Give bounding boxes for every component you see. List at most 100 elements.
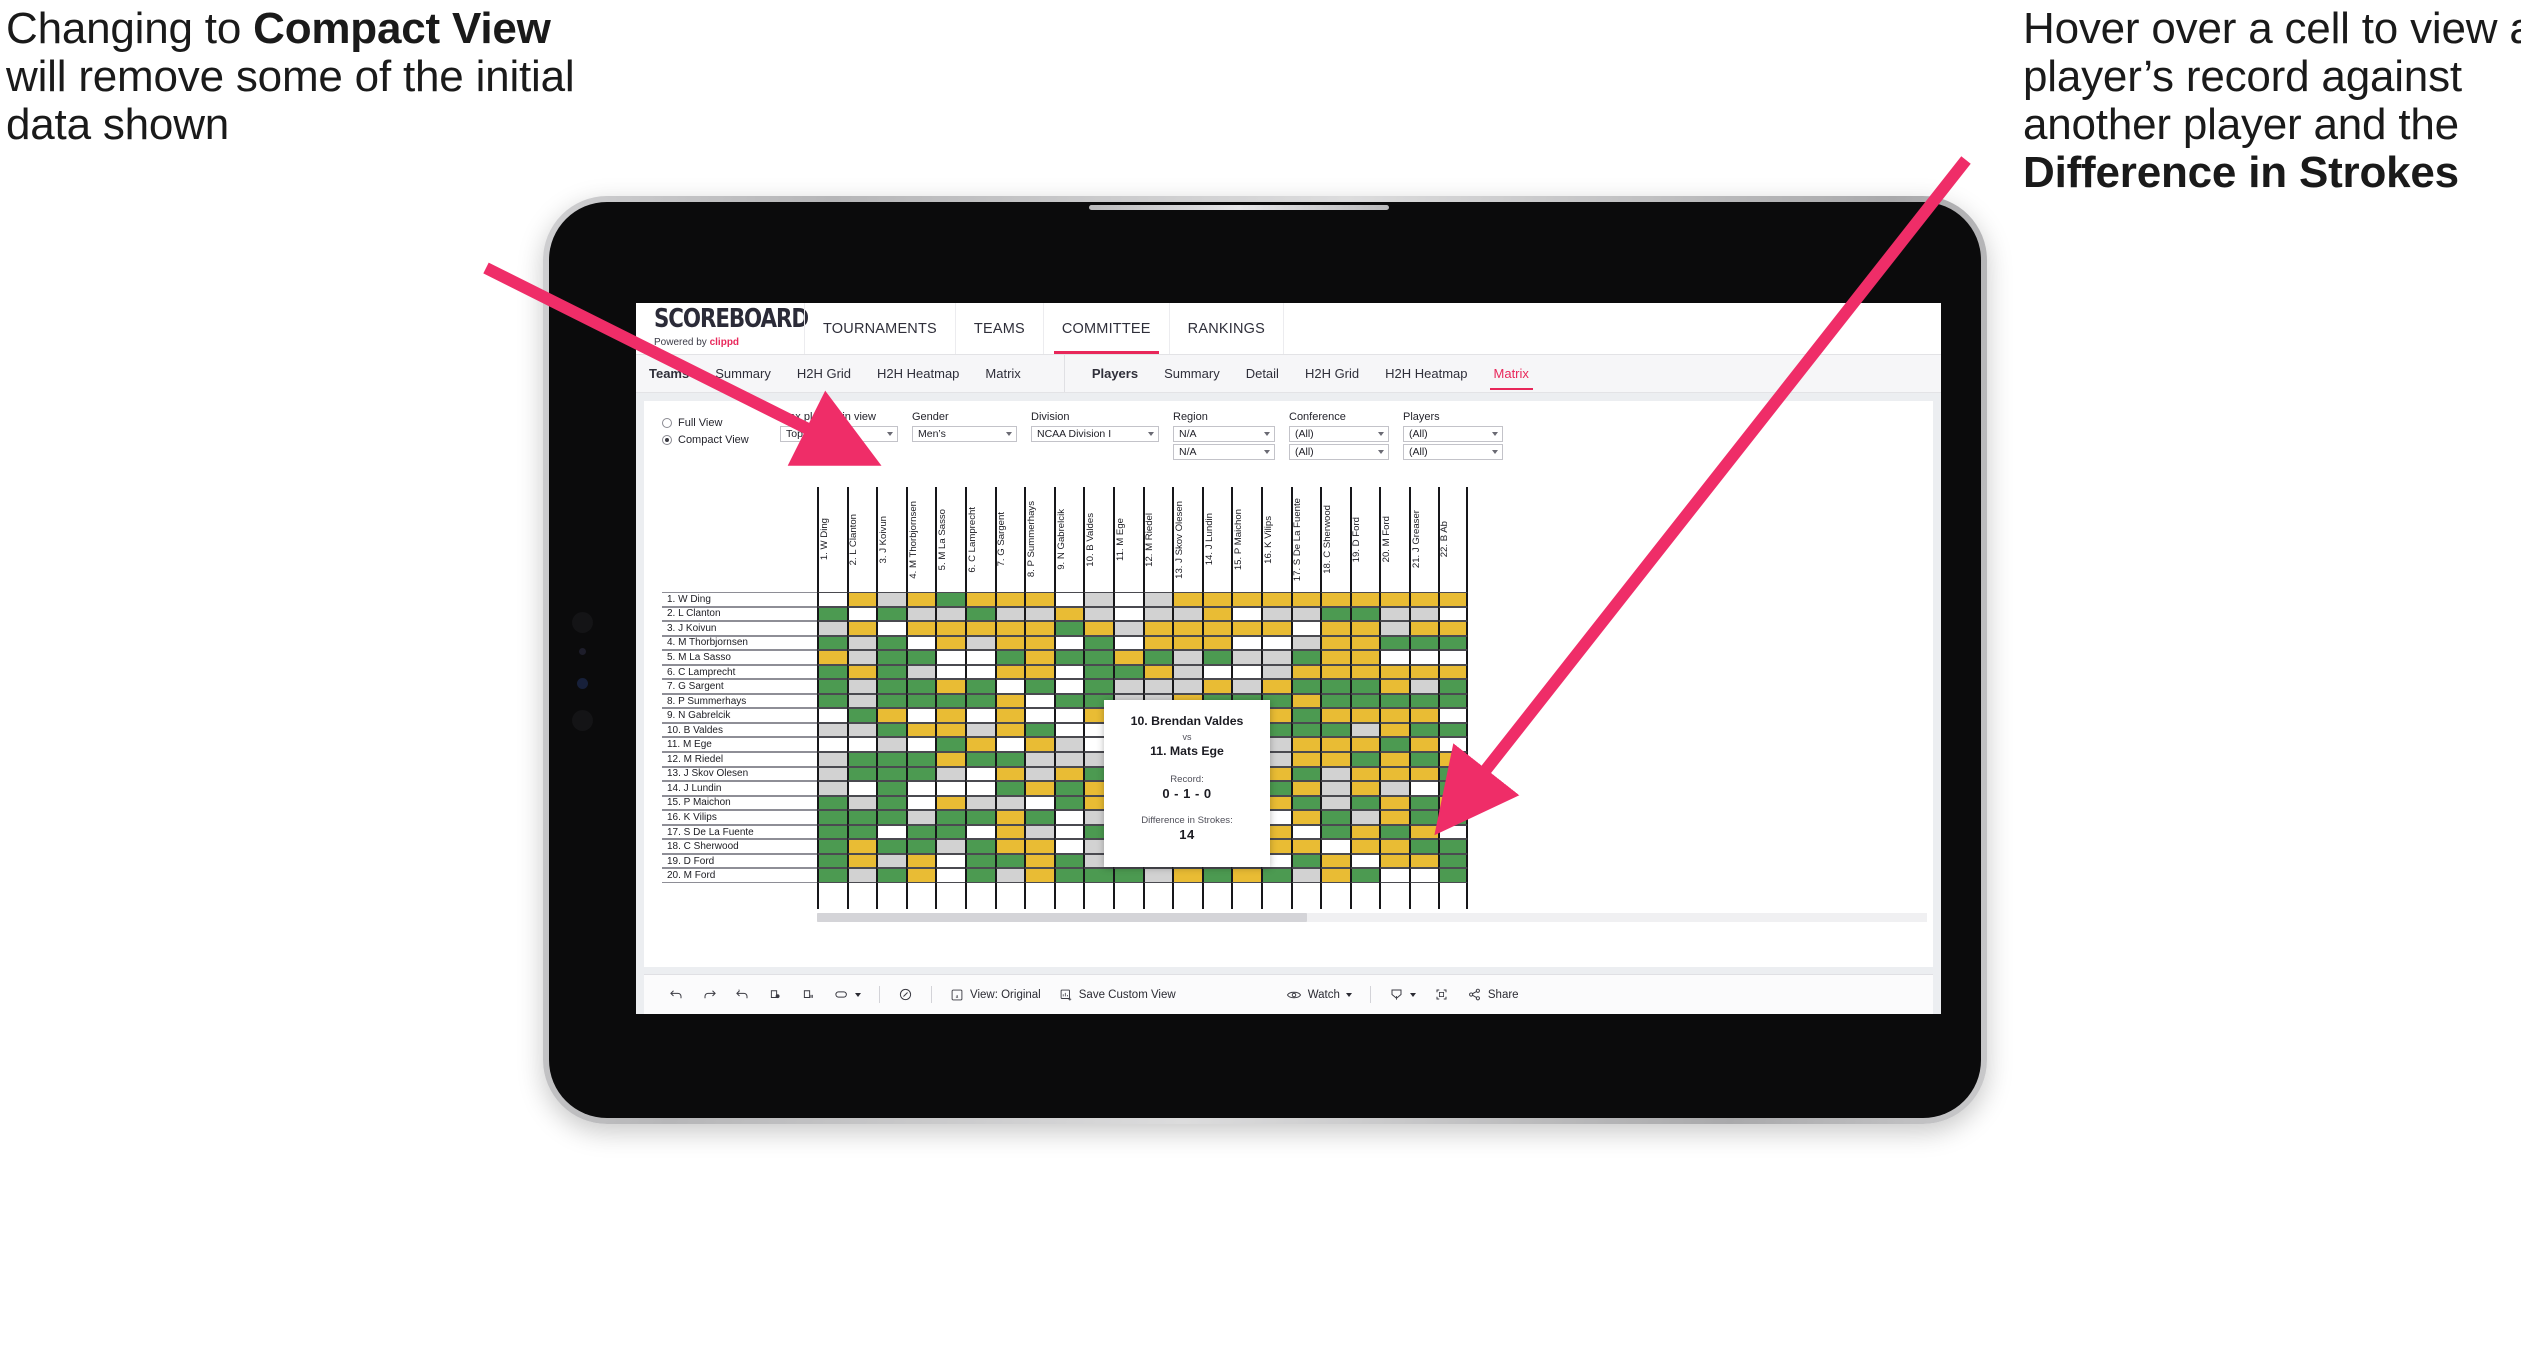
matrix-col-header[interactable]: 18. C Sherwood <box>1320 487 1350 592</box>
matrix-cell[interactable] <box>1408 708 1439 723</box>
matrix-cell[interactable] <box>1172 868 1202 883</box>
matrix-cell[interactable] <box>1379 781 1409 796</box>
matrix-cell[interactable] <box>1349 664 1380 680</box>
matrix-cell[interactable] <box>1053 635 1084 651</box>
matrix-cell[interactable] <box>817 650 847 665</box>
matrix-cell[interactable] <box>964 824 995 840</box>
matrix-cell[interactable] <box>1260 635 1291 651</box>
share-button[interactable]: Share <box>1458 975 1528 1014</box>
matrix-cell[interactable] <box>1142 635 1173 651</box>
matrix-cell[interactable] <box>905 766 936 782</box>
matrix-row-label[interactable]: 19. D Ford <box>662 853 817 869</box>
matrix-cell[interactable] <box>876 722 906 738</box>
matrix-cell[interactable] <box>935 766 965 782</box>
matrix-cell[interactable] <box>1438 853 1469 869</box>
matrix-cell[interactable] <box>1083 606 1113 622</box>
matrix-cell[interactable] <box>1438 810 1469 825</box>
matrix-cell[interactable] <box>876 606 906 622</box>
matrix-cell[interactable] <box>1112 650 1143 665</box>
matrix-cell[interactable] <box>876 635 906 651</box>
matrix-row-label[interactable]: 11. M Ege <box>662 737 817 753</box>
matrix-cell[interactable] <box>876 795 906 811</box>
matrix-col-header[interactable]: 20. M Ford <box>1379 487 1409 592</box>
matrix-cell[interactable] <box>1142 679 1173 694</box>
matrix-cell[interactable] <box>1320 664 1350 680</box>
matrix-cell[interactable] <box>876 693 906 709</box>
matrix-col-header[interactable]: 5. M La Sasso <box>935 487 965 592</box>
matrix-cell[interactable] <box>1320 824 1350 840</box>
filter-region-select-2[interactable]: N/A <box>1173 444 1275 460</box>
filter-conference-select-1[interactable]: (All) <box>1289 426 1389 442</box>
matrix-cell[interactable] <box>1379 664 1409 680</box>
matrix-col-header[interactable]: 9. N Gabrelcik <box>1053 487 1084 592</box>
matrix-cell[interactable] <box>994 679 1025 694</box>
matrix-cell[interactable] <box>1349 766 1380 782</box>
matrix-cell[interactable] <box>817 737 847 753</box>
matrix-cell[interactable] <box>1349 810 1380 825</box>
matrix-cell[interactable] <box>1408 810 1439 825</box>
matrix-cell[interactable] <box>1231 868 1261 883</box>
matrix-cell[interactable] <box>1083 868 1113 883</box>
matrix-cell[interactable] <box>935 592 965 607</box>
matrix-cell[interactable] <box>1053 795 1084 811</box>
matrix-cell[interactable] <box>1083 679 1113 694</box>
matrix-cell[interactable] <box>964 606 995 622</box>
matrix-cell[interactable] <box>935 853 965 869</box>
matrix-col-header[interactable]: 4. M Thorbjornsen <box>905 487 936 592</box>
matrix-cell[interactable] <box>964 868 995 883</box>
matrix-col-header[interactable]: 22. B Ab <box>1438 487 1469 592</box>
matrix-cell[interactable] <box>994 737 1025 753</box>
matrix-cell[interactable] <box>935 621 965 636</box>
matrix-cell[interactable] <box>1408 592 1439 607</box>
matrix-cell[interactable] <box>1112 664 1143 680</box>
matrix-cell[interactable] <box>905 664 936 680</box>
matrix-cell[interactable] <box>876 868 906 883</box>
matrix-cell[interactable] <box>846 635 877 651</box>
matrix-cell[interactable] <box>817 868 847 883</box>
matrix-cell[interactable] <box>1112 621 1143 636</box>
matrix-cell[interactable] <box>846 766 877 782</box>
matrix-cell[interactable] <box>1320 737 1350 753</box>
matrix-cell[interactable] <box>1349 693 1380 709</box>
matrix-cell[interactable] <box>817 664 847 680</box>
matrix-cell[interactable] <box>846 708 877 723</box>
matrix-cell[interactable] <box>1320 810 1350 825</box>
matrix-col-header[interactable]: 3. J Koivun <box>876 487 906 592</box>
matrix-cell[interactable] <box>1083 635 1113 651</box>
tab-teams-matrix[interactable]: Matrix <box>972 355 1033 392</box>
filter-players-select-2[interactable]: (All) <box>1403 444 1503 460</box>
matrix-cell[interactable] <box>1320 679 1350 694</box>
matrix-cell[interactable] <box>876 679 906 694</box>
matrix-cell[interactable] <box>1320 693 1350 709</box>
matrix-cell[interactable] <box>1053 839 1084 854</box>
matrix-cell[interactable] <box>1231 679 1261 694</box>
matrix-cell[interactable] <box>846 621 877 636</box>
revert-button[interactable] <box>726 975 759 1014</box>
matrix-cell[interactable] <box>935 708 965 723</box>
matrix-row-label[interactable]: 16. K Vilips <box>662 810 817 825</box>
matrix-cell[interactable] <box>1290 824 1321 840</box>
matrix-cell[interactable] <box>994 853 1025 869</box>
matrix-cell[interactable] <box>1024 781 1054 796</box>
matrix-cell[interactable] <box>846 824 877 840</box>
matrix-cell[interactable] <box>1024 708 1054 723</box>
matrix-cell[interactable] <box>1349 650 1380 665</box>
matrix-cell[interactable] <box>905 621 936 636</box>
matrix-cell[interactable] <box>1142 606 1173 622</box>
matrix-cell[interactable] <box>905 635 936 651</box>
matrix-cell[interactable] <box>964 592 995 607</box>
matrix-cell[interactable] <box>1408 606 1439 622</box>
matrix-cell[interactable] <box>994 781 1025 796</box>
nav-rankings[interactable]: RANKINGS <box>1168 303 1285 354</box>
matrix-cell[interactable] <box>935 635 965 651</box>
matrix-cell[interactable] <box>1231 650 1261 665</box>
matrix-cell[interactable] <box>1290 781 1321 796</box>
matrix-cell[interactable] <box>994 795 1025 811</box>
matrix-cell[interactable] <box>1379 824 1409 840</box>
matrix-cell[interactable] <box>1320 781 1350 796</box>
matrix-cell[interactable] <box>1408 737 1439 753</box>
matrix-cell[interactable] <box>1408 664 1439 680</box>
matrix-cell[interactable] <box>1172 650 1202 665</box>
matrix-cell[interactable] <box>1408 853 1439 869</box>
matrix-cell[interactable] <box>1349 868 1380 883</box>
